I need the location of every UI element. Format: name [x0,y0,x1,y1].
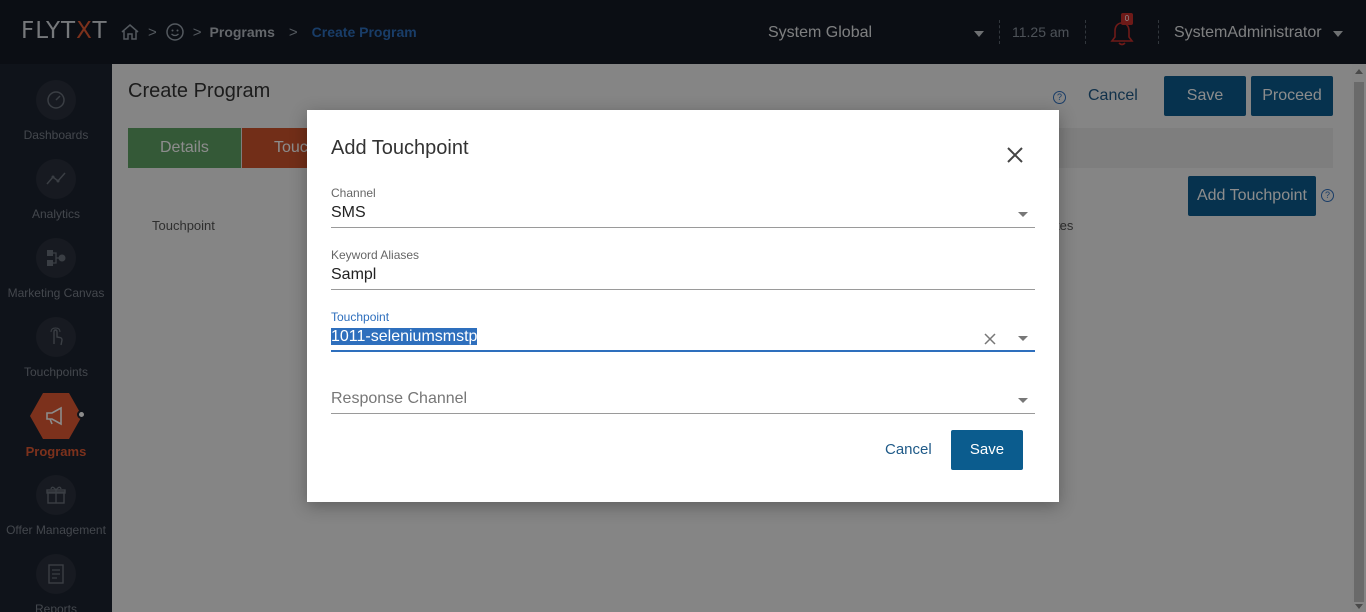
field-underline [331,413,1035,414]
field-underline [331,289,1035,290]
field-underline-focused [331,350,1035,352]
close-icon[interactable] [1005,145,1025,165]
touchpoint-input[interactable]: 1011-seleniumsmstp [331,328,478,346]
keyword-aliases-input[interactable]: Sampl [331,266,376,284]
keyword-aliases-field[interactable]: Keyword Aliases Sampl [331,248,1035,290]
response-channel-placeholder: Response Channel [331,390,468,407]
keyword-aliases-label: Keyword Aliases [331,248,420,262]
clear-icon[interactable] [983,332,997,346]
chevron-down-icon[interactable] [1018,212,1028,217]
dialog-save-button[interactable]: Save [951,430,1023,470]
channel-value: SMS [331,204,366,221]
channel-select[interactable]: Channel SMS [331,186,1035,228]
field-underline [331,227,1035,228]
add-touchpoint-dialog: Add Touchpoint Channel SMS Keyword Alias… [307,110,1059,502]
response-channel-select[interactable]: Response Channel [331,372,1035,414]
dialog-title: Add Touchpoint [331,137,469,159]
dialog-cancel-button[interactable]: Cancel [885,441,932,458]
channel-label: Channel [331,186,376,200]
chevron-down-icon[interactable] [1018,336,1028,341]
touchpoint-label: Touchpoint [331,310,390,324]
touchpoint-select[interactable]: Touchpoint 1011-seleniumsmstp [331,310,1035,352]
chevron-down-icon[interactable] [1018,398,1028,403]
touchpoint-value: 1011-seleniumsmstp [331,328,478,345]
